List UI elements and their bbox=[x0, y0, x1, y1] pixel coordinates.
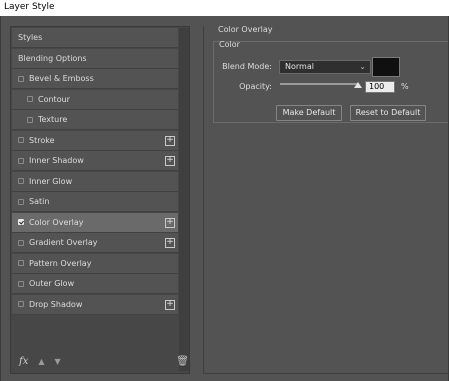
opacity-input[interactable]: 100 bbox=[365, 81, 395, 93]
style-item[interactable]: Pattern Overlay bbox=[12, 253, 178, 274]
checkbox[interactable] bbox=[18, 198, 24, 205]
color-overlay-panel: Color Overlay Color Blend Mode: Normal ⌄… bbox=[203, 25, 449, 374]
styles-list-scrollbar[interactable] bbox=[179, 28, 189, 371]
opacity-slider[interactable] bbox=[280, 83, 358, 85]
style-item[interactable]: Bevel & Emboss bbox=[12, 69, 178, 89]
make-default-button[interactable]: Make Default bbox=[276, 105, 342, 121]
style-item[interactable]: Drop Shadow + bbox=[12, 294, 178, 315]
overlay-color-swatch[interactable] bbox=[372, 57, 400, 77]
checkbox[interactable] bbox=[27, 96, 33, 102]
blend-mode-value: Normal bbox=[285, 62, 314, 71]
window-title: Layer Style bbox=[0, 0, 449, 16]
style-item-label: Blending Options bbox=[18, 53, 87, 63]
reset-to-default-button[interactable]: Reset to Default bbox=[350, 105, 426, 121]
checkbox[interactable] bbox=[18, 178, 24, 184]
checkbox[interactable] bbox=[27, 116, 33, 123]
blend-mode-label: Blend Mode: bbox=[222, 62, 272, 71]
checkbox[interactable] bbox=[18, 157, 24, 164]
styles-list-panel: Styles Blending Options Bevel & Emboss Cont… bbox=[10, 26, 190, 374]
style-item-label: Outer Glow bbox=[29, 279, 75, 288]
style-item-label: Pattern Overlay bbox=[29, 258, 92, 268]
trash-icon[interactable]: 🗑 bbox=[176, 356, 189, 367]
move-up-icon[interactable]: ▲ bbox=[38, 357, 44, 366]
style-item-label: Stroke bbox=[29, 135, 55, 145]
checkbox[interactable] bbox=[18, 301, 24, 307]
add-effect-icon[interactable]: + bbox=[165, 135, 175, 146]
styles-footer: fx ▲ ▼ 🗑 bbox=[19, 355, 189, 367]
checkbox[interactable] bbox=[18, 260, 24, 266]
style-item[interactable]: Satin bbox=[12, 192, 178, 212]
style-item-label: Contour bbox=[38, 94, 70, 104]
style-item-label: Gradient Overlay bbox=[29, 238, 98, 247]
opacity-slider-thumb[interactable] bbox=[354, 82, 362, 88]
style-item-label: Drop Shadow bbox=[29, 299, 83, 309]
group-title: Color bbox=[219, 40, 240, 49]
checkbox[interactable] bbox=[18, 75, 24, 82]
style-item-label: Bevel & Emboss bbox=[29, 74, 94, 83]
style-item[interactable]: Inner Glow bbox=[12, 171, 178, 192]
style-item-label: Color Overlay bbox=[29, 217, 84, 227]
add-effect-icon[interactable]: + bbox=[165, 238, 175, 248]
checkbox[interactable] bbox=[18, 280, 24, 287]
style-item[interactable]: Texture bbox=[12, 110, 178, 130]
style-item-label: Texture bbox=[38, 115, 68, 124]
style-item[interactable]: Contour bbox=[12, 89, 178, 110]
style-item[interactable]: Color Overlay + bbox=[12, 212, 178, 233]
add-effect-icon[interactable]: + bbox=[165, 299, 175, 310]
style-item[interactable]: Styles bbox=[12, 28, 178, 48]
style-item-label: Inner Glow bbox=[29, 176, 73, 186]
checkbox[interactable] bbox=[18, 239, 24, 246]
chevron-down-icon: ⌄ bbox=[359, 62, 366, 71]
style-item-label: Satin bbox=[29, 197, 50, 206]
style-item-label: Inner Shadow bbox=[29, 156, 84, 165]
move-down-icon[interactable]: ▼ bbox=[55, 357, 61, 366]
add-effect-icon[interactable]: + bbox=[165, 217, 175, 228]
style-item-label: Styles bbox=[18, 33, 43, 42]
style-item[interactable]: Outer Glow bbox=[12, 274, 178, 294]
style-item[interactable]: Stroke + bbox=[12, 130, 178, 151]
fx-icon[interactable]: fx bbox=[19, 356, 28, 367]
section-title: Color Overlay bbox=[218, 25, 273, 34]
opacity-label: Opacity: bbox=[239, 82, 272, 91]
style-item[interactable]: Gradient Overlay + bbox=[12, 233, 178, 253]
add-effect-icon[interactable]: + bbox=[165, 156, 175, 166]
checkbox[interactable] bbox=[18, 137, 24, 143]
style-item[interactable]: Inner Shadow + bbox=[12, 151, 178, 171]
checkbox-checked[interactable] bbox=[18, 219, 24, 225]
opacity-unit: % bbox=[401, 82, 409, 91]
blend-mode-select[interactable]: Normal ⌄ bbox=[279, 60, 371, 74]
style-item[interactable]: Blending Options bbox=[12, 48, 178, 69]
